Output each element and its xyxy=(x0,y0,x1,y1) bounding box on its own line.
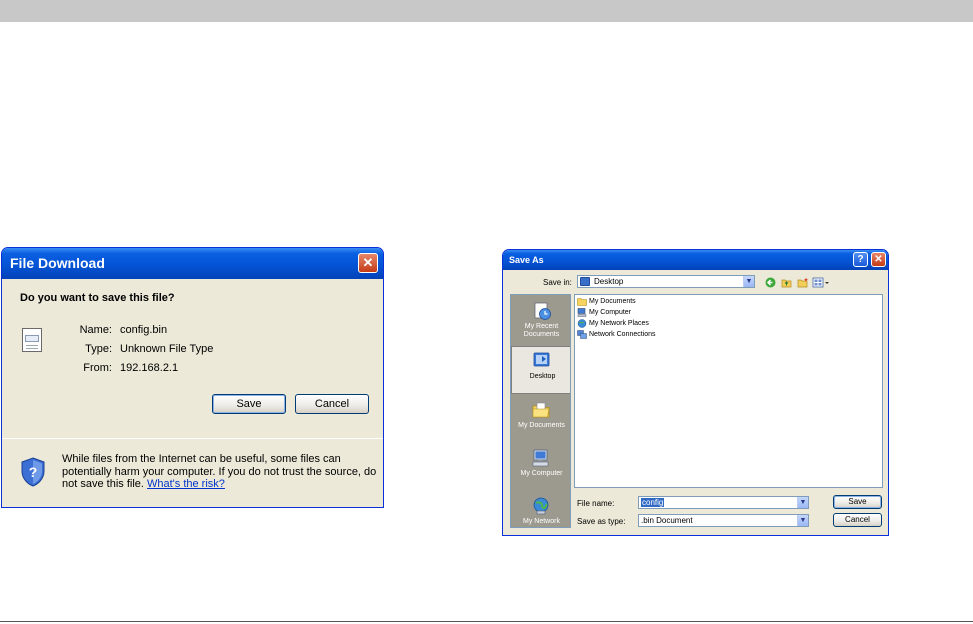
recent-documents-icon xyxy=(534,302,551,320)
divider xyxy=(2,438,383,439)
folder-icon xyxy=(577,298,587,306)
security-shield-icon: ? xyxy=(21,457,45,487)
network-connections-icon xyxy=(577,330,587,339)
network-globe-icon xyxy=(533,497,549,515)
document-page: File Download ✕ Do you want to save this… xyxy=(0,0,973,624)
place-my-computer[interactable]: My Computer xyxy=(511,444,570,492)
place-my-recent-documents[interactable]: My Recent Documents xyxy=(511,297,570,345)
chevron-down-icon[interactable]: ▼ xyxy=(797,515,808,526)
help-button[interactable]: ? xyxy=(853,252,868,267)
list-item[interactable]: Network Connections xyxy=(577,329,656,340)
file-download-title: File Download xyxy=(10,255,105,271)
cancel-button[interactable]: Cancel xyxy=(833,513,882,527)
type-value: Unknown File Type xyxy=(120,343,214,355)
from-label: From: xyxy=(83,362,112,374)
my-computer-icon xyxy=(532,449,549,467)
file-icon xyxy=(22,328,42,352)
save-as-type-dropdown[interactable]: .bin Document ▼ xyxy=(638,514,809,527)
file-download-titlebar[interactable]: File Download xyxy=(2,248,383,279)
download-question: Do you want to save this file? xyxy=(20,292,175,304)
save-as-title: Save As xyxy=(509,255,544,265)
desktop-icon xyxy=(533,352,550,367)
file-name-input[interactable]: config ▼ xyxy=(638,496,809,509)
save-in-value: Desktop xyxy=(594,277,624,286)
file-name-label: File name: xyxy=(577,499,615,508)
save-button[interactable]: Save xyxy=(212,394,286,414)
save-in-label: Save in: xyxy=(543,278,572,287)
save-as-type-value: .bin Document xyxy=(641,516,693,525)
place-my-network[interactable]: My Network xyxy=(511,492,570,527)
file-list[interactable]: My Documents My Computer My Network Plac… xyxy=(574,294,883,488)
security-warning: While files from the Internet can be use… xyxy=(62,453,380,491)
my-documents-folder-icon xyxy=(532,402,550,418)
desktop-icon xyxy=(580,277,590,286)
svg-text:?: ? xyxy=(29,464,38,480)
place-desktop[interactable]: Desktop xyxy=(511,346,570,394)
new-folder-icon[interactable] xyxy=(797,277,809,288)
list-item[interactable]: My Network Places xyxy=(577,318,649,329)
cancel-button[interactable]: Cancel xyxy=(295,394,369,414)
chevron-down-icon[interactable]: ▼ xyxy=(797,497,808,508)
up-folder-icon[interactable] xyxy=(781,277,792,288)
place-my-documents[interactable]: My Documents xyxy=(511,396,570,444)
save-button[interactable]: Save xyxy=(833,495,882,509)
footer-rule xyxy=(0,621,973,622)
header-bar xyxy=(0,0,973,22)
chevron-down-icon[interactable]: ▼ xyxy=(743,276,754,287)
risk-link[interactable]: What's the risk? xyxy=(147,478,225,490)
name-label: Name: xyxy=(79,324,112,336)
save-as-titlebar[interactable]: Save As xyxy=(503,250,888,270)
list-item[interactable]: My Documents xyxy=(577,296,636,307)
close-button[interactable]: ✕ xyxy=(358,253,378,273)
file-download-dialog: File Download ✕ Do you want to save this… xyxy=(1,247,384,508)
places-bar: My Recent Documents Desktop My Documents xyxy=(510,294,571,528)
save-as-type-label: Save as type: xyxy=(577,517,626,526)
back-icon[interactable] xyxy=(765,277,776,288)
network-places-icon xyxy=(577,319,587,328)
save-in-dropdown[interactable]: Desktop ▼ xyxy=(577,275,755,288)
from-value: 192.168.2.1 xyxy=(120,362,179,374)
type-label: Type: xyxy=(85,343,112,355)
close-button[interactable]: ✕ xyxy=(871,252,886,267)
name-value: config.bin xyxy=(120,324,168,336)
file-name-value: config xyxy=(641,498,665,507)
computer-icon xyxy=(577,308,587,317)
save-as-dialog: Save As ? ✕ Save in: Desktop ▼ My Recent… xyxy=(502,249,889,536)
list-item[interactable]: My Computer xyxy=(577,307,631,318)
view-menu-icon[interactable] xyxy=(812,277,831,288)
